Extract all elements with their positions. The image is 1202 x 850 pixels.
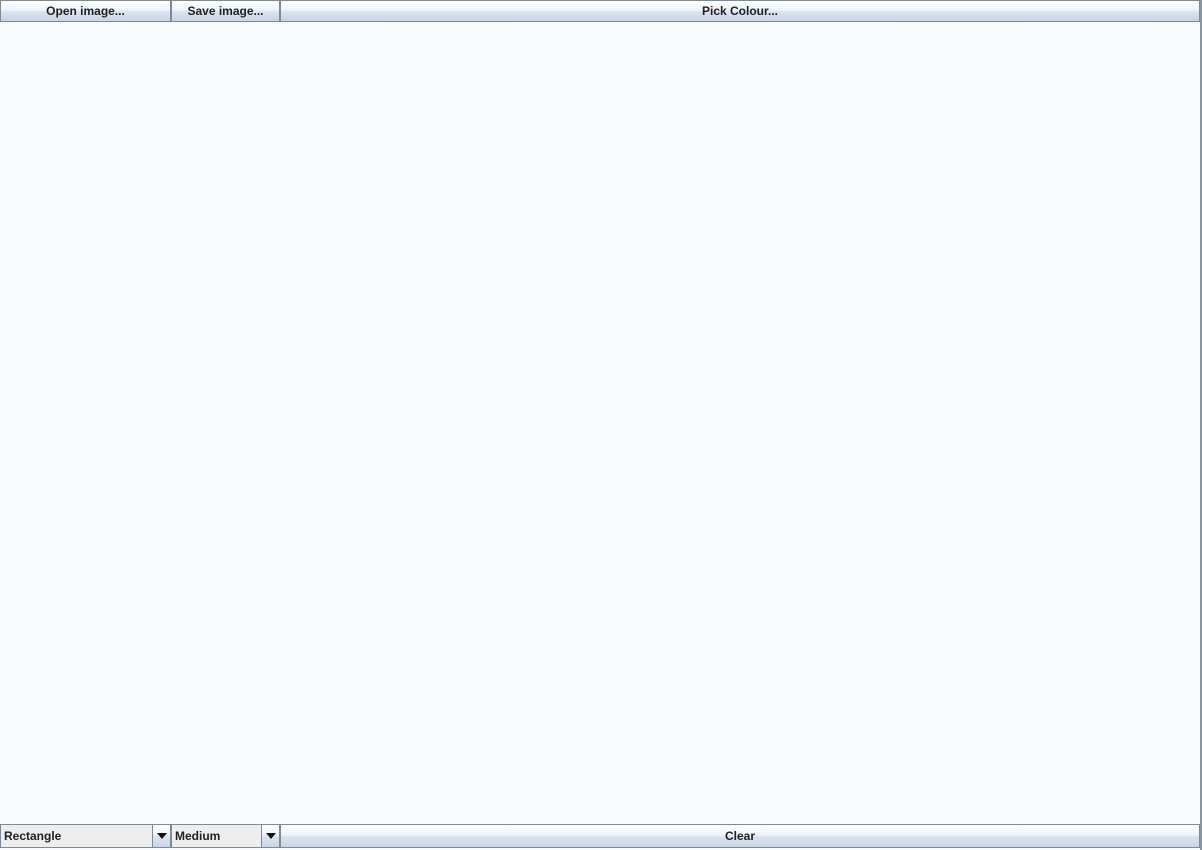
paint-window: Open image... Save image... Pick Colour.… — [0, 0, 1202, 850]
drawing-canvas[interactable] — [0, 22, 1200, 824]
size-select[interactable]: Medium — [171, 824, 280, 848]
chevron-down-icon — [156, 833, 167, 839]
shape-select[interactable]: Rectangle — [0, 824, 171, 848]
open-image-button[interactable]: Open image... — [0, 0, 171, 22]
pick-colour-button[interactable]: Pick Colour... — [280, 0, 1200, 22]
save-image-button[interactable]: Save image... — [171, 0, 280, 22]
clear-button[interactable]: Clear — [280, 824, 1200, 848]
size-select-value: Medium — [172, 825, 261, 847]
chevron-down-icon — [265, 833, 276, 839]
top-toolbar: Open image... Save image... Pick Colour.… — [0, 0, 1200, 22]
shape-select-arrow-button[interactable] — [152, 825, 170, 847]
bottom-toolbar: Rectangle Medium Clear — [0, 824, 1200, 848]
size-select-arrow-button[interactable] — [261, 825, 279, 847]
shape-select-value: Rectangle — [1, 825, 152, 847]
